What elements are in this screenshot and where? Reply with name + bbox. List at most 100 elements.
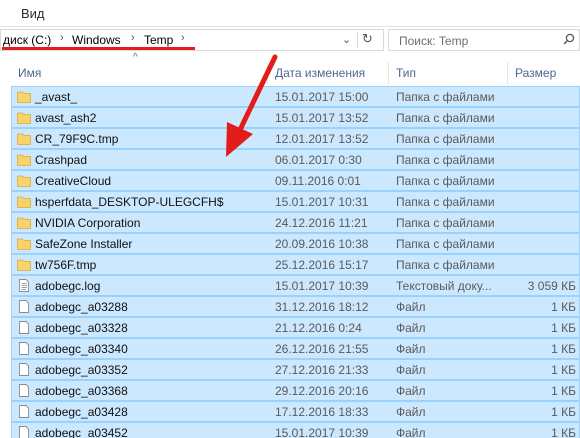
- file-row[interactable]: adobegc_a03288 31.12.2016 18:12 Файл 1 КБ: [11, 296, 580, 317]
- file-icon: [19, 321, 29, 334]
- file-icon: [19, 405, 29, 418]
- file-type: Папка с файлами: [396, 174, 495, 188]
- file-row[interactable]: _avast_ 15.01.2017 15:00 Папка с файлами: [11, 86, 580, 107]
- file-type: Папка с файлами: [396, 153, 495, 167]
- chevron-right-icon[interactable]: ›: [60, 32, 64, 44]
- file-type: Папка с файлами: [396, 237, 495, 251]
- file-row[interactable]: Crashpad 06.01.2017 0:30 Папка с файлами: [11, 149, 580, 170]
- file-date: 20.09.2016 10:38: [275, 237, 369, 251]
- red-underline-annotation: [2, 47, 195, 50]
- file-size: 1 КБ: [551, 321, 576, 335]
- file-row[interactable]: SafeZone Installer 20.09.2016 10:38 Папка …: [11, 233, 580, 254]
- file-name: adobegc_a03428: [35, 405, 128, 419]
- chevron-right-icon[interactable]: ›: [181, 32, 185, 44]
- folder-icon: [17, 259, 31, 271]
- file-row[interactable]: adobegc.log 15.01.2017 10:39 Текстовый док…: [11, 275, 580, 296]
- folder-icon: [17, 133, 31, 145]
- file-date: 29.12.2016 20:16: [275, 384, 369, 398]
- file-date: 27.12.2016 21:33: [275, 363, 369, 377]
- chevron-down-icon[interactable]: ⌄: [342, 33, 351, 46]
- file-name: avast_ash2: [35, 111, 97, 125]
- column-header-size[interactable]: Размер: [508, 62, 580, 84]
- refresh-icon[interactable]: ↻: [362, 31, 373, 47]
- breadcrumb-temp[interactable]: Temp: [144, 33, 173, 47]
- menu-view[interactable]: Вид: [21, 6, 45, 21]
- folder-icon: [17, 154, 31, 166]
- file-type: Файл: [396, 363, 426, 377]
- search-icon[interactable]: [563, 33, 575, 45]
- file-type: Файл: [396, 426, 426, 438]
- file-type: Файл: [396, 342, 426, 356]
- file-name: Crashpad: [35, 153, 88, 167]
- file-icon: [19, 426, 29, 438]
- file-type: Файл: [396, 384, 426, 398]
- breadcrumb-windows[interactable]: Windows: [72, 33, 121, 47]
- file-size: 1 КБ: [551, 300, 576, 314]
- file-row[interactable]: tw756F.tmp 25.12.2016 15:17 Папка с файлам…: [11, 254, 580, 275]
- file-date: 17.12.2016 18:33: [275, 405, 369, 419]
- file-row[interactable]: adobegc_a03328 21.12.2016 0:24 Файл 1 КБ: [11, 317, 580, 338]
- file-type: Папка с файлами: [396, 216, 495, 230]
- file-type: Файл: [396, 405, 426, 419]
- file-date: 09.11.2016 0:01: [275, 174, 361, 188]
- file-date: 21.12.2016 0:24: [275, 321, 362, 335]
- file-icon: [19, 342, 29, 355]
- file-name: adobegc_a03368: [35, 384, 128, 398]
- breadcrumb-drive[interactable]: диск (C:): [3, 33, 51, 47]
- file-size: 1 КБ: [551, 426, 576, 438]
- file-row[interactable]: adobegc_a03340 26.12.2016 21:55 Файл 1 КБ: [11, 338, 580, 359]
- file-date: 15.01.2017 10:39: [275, 426, 369, 438]
- file-type: Папка с файлами: [396, 258, 495, 272]
- file-name: CreativeCloud: [35, 174, 112, 188]
- file-date: 15.01.2017 10:31: [275, 195, 369, 209]
- text-file-icon: [19, 279, 29, 292]
- address-divider: [357, 32, 358, 48]
- file-name: SafeZone Installer: [35, 237, 133, 251]
- file-name: hsperfdata_DESKTOP-ULEGCFH$: [35, 195, 224, 209]
- file-size: 1 КБ: [551, 405, 576, 419]
- file-name: adobegc_a03340: [35, 342, 128, 356]
- search-input[interactable]: Поиск: Temp: [388, 29, 580, 51]
- file-name: tw756F.tmp: [35, 258, 97, 272]
- file-row[interactable]: CreativeCloud 09.11.2016 0:01 Папка с файл…: [11, 170, 580, 191]
- file-row[interactable]: avast_ash2 15.01.2017 13:52 Папка с файлам…: [11, 107, 580, 128]
- file-name: adobegc.log: [35, 279, 101, 293]
- column-header-type[interactable]: Тип: [389, 62, 507, 84]
- file-name: NVIDIA Corporation: [35, 216, 141, 230]
- file-name: _avast_: [35, 90, 78, 104]
- file-row[interactable]: NVIDIA Corporation 24.12.2016 11:21 Папка …: [11, 212, 580, 233]
- file-icon: [19, 363, 29, 376]
- file-row[interactable]: adobegc_a03452 15.01.2017 10:39 Файл 1 КБ: [11, 422, 580, 438]
- file-date: 15.01.2017 10:39: [275, 279, 369, 293]
- file-type: Файл: [396, 321, 426, 335]
- file-date: 24.12.2016 11:21: [275, 216, 368, 230]
- file-size: 3 059 КБ: [527, 279, 576, 293]
- file-type: Папка с файлами: [396, 132, 495, 146]
- file-type: Папка с файлами: [396, 90, 495, 104]
- file-name: adobegc_a03452: [35, 426, 128, 438]
- folder-icon: [17, 238, 31, 250]
- file-name: adobegc_a03288: [35, 300, 128, 314]
- file-row[interactable]: adobegc_a03368 29.12.2016 20:16 Файл 1 КБ: [11, 380, 580, 401]
- folder-icon: [17, 112, 31, 124]
- file-row[interactable]: adobegc_a03428 17.12.2016 18:33 Файл 1 КБ: [11, 401, 580, 422]
- ribbon-menu-strip: Вид: [0, 0, 580, 27]
- file-date: 26.12.2016 21:55: [275, 342, 369, 356]
- folder-icon: [17, 91, 31, 103]
- file-icon: [19, 300, 29, 313]
- file-row[interactable]: hsperfdata_DESKTOP-ULEGCFH$ 15.01.2017 10…: [11, 191, 580, 212]
- file-date: 25.12.2016 15:17: [275, 258, 369, 272]
- folder-icon: [17, 175, 31, 187]
- chevron-right-icon[interactable]: ›: [131, 32, 135, 44]
- file-size: 1 КБ: [551, 384, 576, 398]
- file-type: Файл: [396, 300, 426, 314]
- search-placeholder: Поиск: Temp: [399, 34, 469, 48]
- file-type: Папка с файлами: [396, 195, 495, 209]
- file-row[interactable]: adobegc_a03352 27.12.2016 21:33 Файл 1 КБ: [11, 359, 580, 380]
- file-row[interactable]: CR_79F9C.tmp 12.01.2017 13:52 Папка с файл…: [11, 128, 580, 149]
- red-arrow-annotation: [226, 54, 278, 157]
- file-name: CR_79F9C.tmp: [35, 132, 119, 146]
- file-icon: [19, 384, 29, 397]
- file-date: 31.12.2016 18:12: [275, 300, 369, 314]
- file-name: adobegc_a03352: [35, 363, 128, 377]
